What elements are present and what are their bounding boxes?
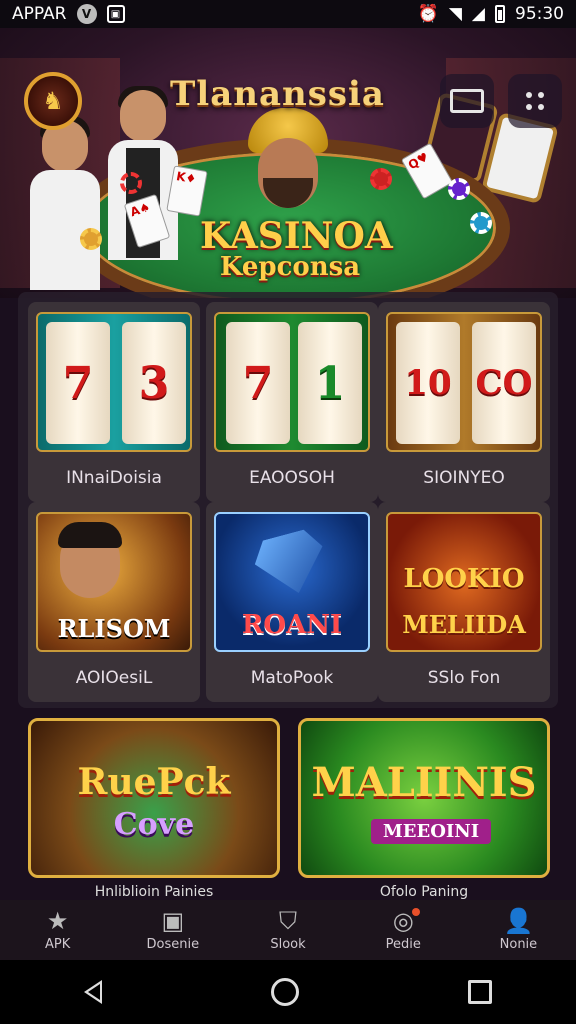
game-tile[interactable]: 7 1 EAOOSOH xyxy=(206,302,378,502)
game-art-title: RLISOM xyxy=(57,614,171,643)
hero-caption-line2: Kepconsa xyxy=(219,252,361,282)
nav-item-dosenie[interactable]: ▣ Dosenie xyxy=(115,900,230,960)
game-tile[interactable]: ROANI MatoPook xyxy=(206,502,378,702)
game-tile[interactable]: 10 CO SIOINYEO xyxy=(378,302,550,502)
recent-apps-icon[interactable] xyxy=(467,980,492,1004)
notification-icon: V xyxy=(76,4,97,24)
wifi-icon: ◥ xyxy=(448,4,462,24)
game-title: EAOOSOH xyxy=(249,468,335,488)
cast-screen-button[interactable] xyxy=(440,74,494,128)
slot-reels-image: 10 CO xyxy=(386,312,542,452)
badge-icon: ◎ xyxy=(388,907,421,935)
back-icon[interactable] xyxy=(84,980,103,1004)
nav-label: Dosenie xyxy=(146,937,200,952)
battery-icon xyxy=(495,5,505,23)
poker-chip-icon xyxy=(120,172,142,194)
featured-game-card[interactable]: MALIINIS MEEOINI xyxy=(298,718,550,878)
hero-caption-line1: KASINOA xyxy=(200,215,393,257)
slot-reels-image: 7 1 xyxy=(214,312,370,452)
reel-symbol: 1 xyxy=(298,322,362,444)
gold-coin-icon xyxy=(80,228,102,250)
reel-symbol: 7 xyxy=(46,322,110,444)
image-notification-icon: ▣ xyxy=(106,5,125,23)
more-menu-button[interactable] xyxy=(508,74,562,128)
gem-icon xyxy=(249,526,332,602)
cast-icon xyxy=(450,89,484,113)
reel-symbol: 7 xyxy=(226,322,290,444)
nav-item-slook[interactable]: ⛉ Slook xyxy=(230,900,345,960)
notification-dot xyxy=(412,908,421,916)
game-art-title: LOOKIO xyxy=(403,564,525,594)
monitor-icon: ▣ xyxy=(161,907,185,935)
app-title: Tlananssia xyxy=(170,74,385,114)
nav-label: Slook xyxy=(270,937,306,952)
poker-chip-icon xyxy=(470,212,492,234)
home-icon[interactable] xyxy=(270,978,299,1006)
nav-label: Nonie xyxy=(499,937,538,952)
nav-label: APK xyxy=(44,937,71,952)
nav-item-nonie[interactable]: 👤 Nonie xyxy=(461,900,576,960)
game-title: AOIOesiL xyxy=(75,668,153,688)
hero-caption: KASINOA Kepconsa xyxy=(200,215,393,282)
nav-item-pedie[interactable]: ◎ Pedie xyxy=(346,900,461,960)
player-avatar xyxy=(30,116,100,290)
game-art-title: ROANI xyxy=(241,610,343,640)
game-title: MatoPook xyxy=(250,668,334,688)
game-tile[interactable]: RLISOM AOIOesiL xyxy=(28,502,200,702)
game-art-image: RLISOM xyxy=(36,512,192,652)
user-icon: 👤 xyxy=(503,907,534,935)
bottom-nav: ★ APK ▣ Dosenie ⛉ Slook ◎ Pedie 👤 Nonie xyxy=(0,900,576,960)
app-logo-icon[interactable]: ♞ xyxy=(24,72,82,130)
slot-reels-image: 7 3 xyxy=(36,312,192,452)
game-title: SSlo Fon xyxy=(427,668,501,688)
hero-banner: A♠ K♦ Q♥ ♞ Tlananssia KASINOA Kepconsa xyxy=(0,28,576,298)
portrait-hair xyxy=(58,522,122,548)
app-label: APPAR xyxy=(12,4,67,24)
game-title: INnaiDoisia xyxy=(66,468,162,488)
poker-chip-icon xyxy=(448,178,470,200)
reel-symbol: 10 xyxy=(396,322,460,444)
game-grid: 7 3 INnaiDoisia 7 1 EAOOSOH 10 CO SIOINY… xyxy=(18,292,558,708)
reel-symbol: 3 xyxy=(122,322,186,444)
featured-subtitle: MEEOINI xyxy=(371,819,491,844)
game-art-subtitle: MELIIDA xyxy=(402,610,526,639)
star-icon: ★ xyxy=(46,907,69,935)
game-title: SIOINYEO xyxy=(423,468,505,488)
featured-title: RuePck xyxy=(77,761,231,803)
dealer-avatar xyxy=(238,108,338,228)
shield-icon: ⛉ xyxy=(279,907,297,935)
featured-game-card[interactable]: RuePck Cove xyxy=(28,718,280,878)
status-bar: APPAR V ▣ ⏰ ◥ ◢ 95:30 xyxy=(0,0,576,28)
game-art-image: ROANI xyxy=(214,512,370,652)
signal-icon: ◢ xyxy=(471,4,485,24)
featured-caption: Hnliblioin Painies xyxy=(94,884,214,900)
reel-symbol: CO xyxy=(472,322,536,444)
more-dots-icon xyxy=(526,92,544,110)
game-tile[interactable]: LOOKIO MELIIDA SSlo Fon xyxy=(378,502,550,702)
alarm-icon: ⏰ xyxy=(417,4,439,24)
featured-caption: Ofolo Paning xyxy=(379,884,469,900)
clock: 95:30 xyxy=(515,4,564,24)
poker-chip-icon xyxy=(370,168,392,190)
featured-subtitle: Cove xyxy=(113,807,195,842)
system-nav-bar xyxy=(0,960,576,1024)
nav-item-apk[interactable]: ★ APK xyxy=(0,900,115,960)
game-art-image: LOOKIO MELIIDA xyxy=(386,512,542,652)
nav-label: Pedie xyxy=(385,937,421,952)
featured-title: MALIINIS xyxy=(311,759,537,806)
game-tile[interactable]: 7 3 INnaiDoisia xyxy=(28,302,200,502)
